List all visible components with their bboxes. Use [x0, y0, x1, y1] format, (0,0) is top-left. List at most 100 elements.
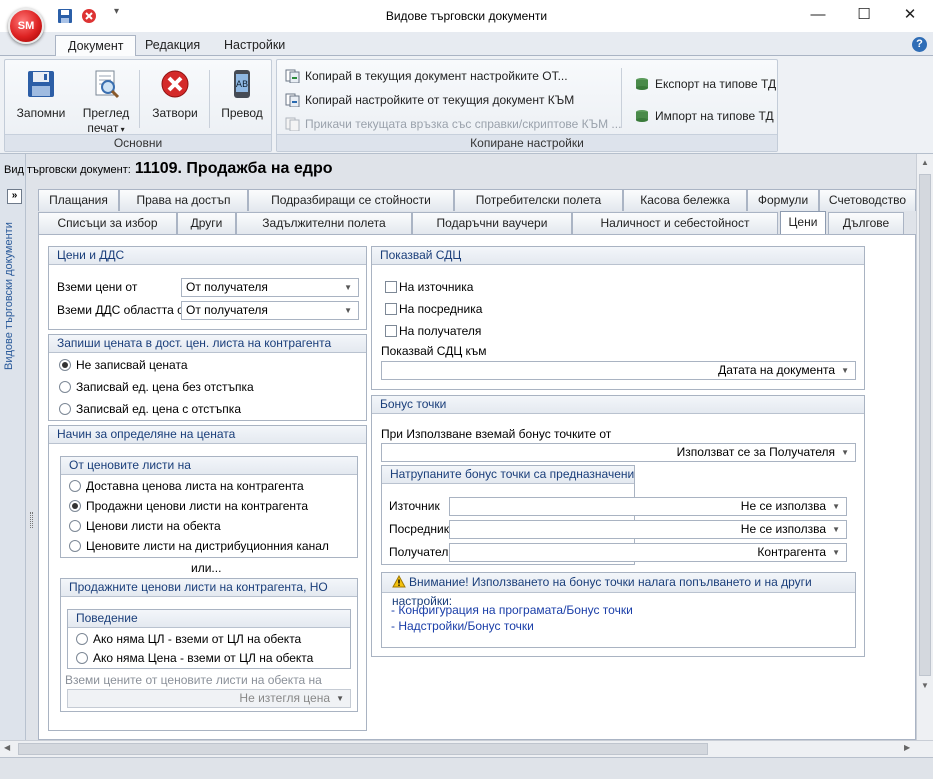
scroll-right-icon[interactable]: ▶ [904, 743, 910, 752]
horizontal-scrollbar[interactable]: ◀ ▶ [0, 740, 933, 757]
ribbon-tab-edit[interactable]: Редакция [133, 35, 212, 57]
copy-to-current-button[interactable]: Копирай в текущия документ настройките О… [285, 67, 568, 85]
chevron-down-icon: ▼ [832, 548, 840, 557]
copy-from-current-button[interactable]: Копирай настройките от текущия документ … [285, 91, 574, 109]
check-recipient[interactable] [385, 325, 397, 337]
sidebar-label[interactable]: Видове търговски документи [3, 210, 23, 370]
tab-payments[interactable]: Плащания [38, 189, 119, 211]
link-config-bonus[interactable]: - Конфигурация на програмата/Бонус точки [391, 603, 633, 617]
ribbon-tab-document[interactable]: Документ [55, 35, 137, 57]
ribbon-tab-settings[interactable]: Настройки [212, 35, 297, 57]
tab-user-fields[interactable]: Потребителски полета [454, 189, 623, 211]
take-prices-select[interactable]: От получателя ▼ [181, 278, 359, 297]
tab-receipt[interactable]: Касова бележка [623, 189, 747, 211]
tab-formulas[interactable]: Формули [747, 189, 819, 211]
tab-accounting[interactable]: Счетоводство [819, 189, 916, 211]
accum-intermediary-select[interactable]: Не се използва ▼ [449, 520, 847, 539]
radio-sales-lists[interactable] [69, 500, 81, 512]
radio-no-price-fallback-label: Ако няма Цена - вземи от ЦЛ на обекта [93, 651, 314, 665]
radio-do-not-save-label: Не записвай цената [76, 358, 188, 372]
copy-from-current-label: Копирай настройките от текущия документ … [305, 93, 575, 107]
behavior-box: Поведение Ако няма ЦЛ - вземи от ЦЛ на о… [67, 609, 351, 669]
quick-access-dropdown-icon[interactable]: ▾ [114, 6, 119, 17]
maximize-button[interactable]: ☐ [841, 0, 887, 32]
save-price-box: Запиши цената в дост. цен. листа на конт… [48, 334, 367, 421]
take-from-site-label: Вземи цените от ценовите листи на обекта… [65, 673, 322, 687]
radio-no-list-fallback[interactable] [76, 633, 88, 645]
floppy-disk-icon [28, 71, 54, 97]
print-preview-icon [95, 70, 120, 99]
save-button[interactable]: Запомни [11, 68, 71, 120]
tab-other[interactable]: Други [177, 212, 236, 234]
sidebar-expand-icon[interactable]: » [7, 189, 22, 204]
tab-default-values[interactable]: Подразбиращи се стойности [248, 189, 454, 211]
help-icon[interactable]: ? [912, 37, 927, 52]
doc-type-value: 11109. Продажба на едро [134, 160, 333, 177]
radio-save-with-discount-label: Записвай ед. цена с отстъпка [76, 402, 241, 416]
translate-button[interactable]: AB Превод [213, 68, 271, 120]
radio-site-lists[interactable] [69, 520, 81, 532]
save-quick-icon[interactable] [56, 7, 74, 25]
radio-channel-lists-label: Ценовите листи на дистрибуционния канал [86, 539, 329, 553]
close-button[interactable]: Затвори [145, 68, 205, 120]
tab-required-fields[interactable]: Задължителни полета [236, 212, 412, 234]
app-logo[interactable]: SM [8, 8, 44, 44]
bonus-use-select[interactable]: Използват се за Получателя ▼ [381, 443, 856, 462]
splitter-grip[interactable] [30, 512, 33, 528]
close-window-button[interactable]: ✕ [887, 0, 933, 32]
tab-prices[interactable]: Цени [780, 211, 826, 235]
radio-save-without-discount-label: Записвай ед. цена без отстъпка [76, 380, 254, 394]
check-intermediary[interactable] [385, 303, 397, 315]
radio-save-with-discount[interactable] [59, 403, 71, 415]
attach-link-button[interactable]: Прикачи текущата връзка със справки/скри… [285, 115, 621, 133]
save-price-header: Запиши цената в дост. цен. листа на конт… [49, 335, 366, 353]
show-sdc-to-select[interactable]: Датата на документа ▼ [381, 361, 856, 380]
vertical-scrollbar[interactable]: ▲ ▼ [916, 154, 933, 740]
scroll-left-icon[interactable]: ◀ [4, 743, 10, 752]
chevron-down-icon: ▼ [336, 694, 344, 703]
scroll-down-icon[interactable]: ▼ [921, 681, 929, 690]
tab-access-rights[interactable]: Права на достъп [119, 189, 248, 211]
ribbon-separator [139, 70, 140, 128]
translate-label: Превод [221, 106, 263, 120]
bonus-header: Бонус точки [372, 396, 864, 414]
minimize-button[interactable]: — [795, 0, 841, 32]
radio-site-lists-label: Ценови листи на обекта [86, 519, 221, 533]
take-from-site-value: Не изтегля цена [239, 691, 330, 705]
radio-no-price-fallback[interactable] [76, 652, 88, 664]
tab-stock-cost[interactable]: Наличност и себестойност [572, 212, 778, 234]
take-from-site-select[interactable]: Не изтегля цена ▼ [67, 689, 351, 708]
export-types-button[interactable]: Експорт на типове ТД [635, 75, 776, 93]
close-quick-icon[interactable] [80, 7, 98, 25]
import-types-button[interactable]: Импорт на типове ТД [635, 107, 774, 125]
copy-in-icon [285, 69, 300, 83]
tab-gift-vouchers[interactable]: Подаръчни ваучери [412, 212, 572, 234]
radio-channel-lists[interactable] [69, 540, 81, 552]
tab-debts[interactable]: Дългове [828, 212, 904, 234]
close-label: Затвори [152, 106, 198, 120]
from-price-lists-box: От ценовите листи на Доставна ценова лис… [60, 456, 358, 558]
radio-no-list-fallback-label: Ако няма ЦЛ - вземи от ЦЛ на обекта [93, 632, 302, 646]
radio-supplier-list[interactable] [69, 480, 81, 492]
take-prices-value: От получателя [186, 280, 268, 294]
radio-supplier-list-label: Доставна ценова листа на контрагента [86, 479, 304, 493]
title-bar: Видове търговски документи ▾ — ☐ ✕ [0, 0, 933, 32]
accum-recipient-value: Контрагента [757, 545, 826, 559]
horizontal-scroll-thumb[interactable] [18, 743, 708, 755]
radio-save-without-discount[interactable] [59, 381, 71, 393]
copy-to-current-label: Копирай в текущия документ настройките О… [305, 69, 568, 83]
take-vat-select[interactable]: От получателя ▼ [181, 301, 359, 320]
sales-lists-box: Продажните ценови листи на контрагента, … [60, 578, 358, 712]
window-title: Видове търговски документи [385, 9, 548, 23]
check-source[interactable] [385, 281, 397, 293]
vertical-scroll-thumb[interactable] [919, 174, 931, 676]
tab-choice-lists[interactable]: Списъци за избор [38, 212, 177, 234]
from-price-lists-header: От ценовите листи на [61, 457, 357, 475]
print-preview-button[interactable]: Преглед печат ▾ [75, 68, 137, 135]
radio-do-not-save[interactable] [59, 359, 71, 371]
accum-source-select[interactable]: Не се използва ▼ [449, 497, 847, 516]
take-vat-label: Вземи ДДС областта от [57, 303, 190, 317]
scroll-up-icon[interactable]: ▲ [921, 158, 929, 167]
accum-recipient-select[interactable]: Контрагента ▼ [449, 543, 847, 562]
link-settings-bonus[interactable]: - Надстройки/Бонус точки [391, 619, 534, 633]
